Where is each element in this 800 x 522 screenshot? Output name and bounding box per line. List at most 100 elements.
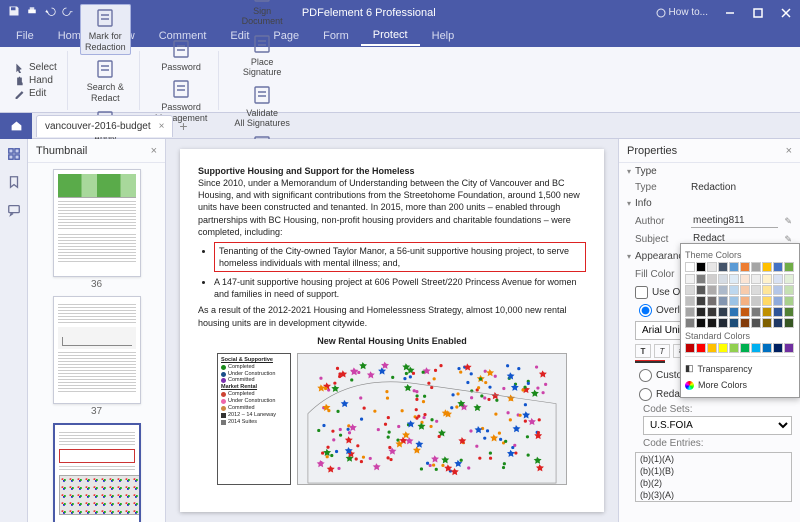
color-swatch[interactable]	[762, 262, 772, 272]
color-swatch[interactable]	[696, 296, 706, 306]
redaction-code-radio[interactable]	[639, 388, 652, 401]
color-swatch[interactable]	[773, 285, 783, 295]
password-button[interactable]: Password	[156, 35, 206, 75]
code-entry[interactable]: (b)(1)(A)	[636, 453, 791, 465]
color-swatch[interactable]	[729, 343, 739, 353]
color-swatch[interactable]	[751, 296, 761, 306]
color-swatch[interactable]	[784, 274, 794, 284]
color-swatch[interactable]	[740, 318, 750, 328]
annotations-tab-icon[interactable]	[5, 201, 23, 219]
home-icon[interactable]	[0, 113, 32, 139]
menu-protect[interactable]: Protect	[361, 26, 420, 46]
color-swatch[interactable]	[751, 318, 761, 328]
author-field[interactable]: meeting811	[691, 214, 778, 228]
color-swatch[interactable]	[740, 296, 750, 306]
color-swatch[interactable]	[707, 274, 717, 284]
color-swatch[interactable]	[718, 296, 728, 306]
text-color-swatch[interactable]	[635, 360, 665, 363]
color-swatch[interactable]	[685, 285, 695, 295]
code-entry[interactable]: (b)(2)	[636, 477, 791, 489]
color-swatch[interactable]	[740, 274, 750, 284]
color-swatch[interactable]	[773, 262, 783, 272]
color-swatch[interactable]	[718, 307, 728, 317]
thumbnails-tab-icon[interactable]	[5, 145, 23, 163]
mark-redaction-button[interactable]: Mark forRedaction	[80, 4, 131, 55]
overlay-text-radio[interactable]	[639, 304, 652, 317]
select-tool[interactable]: Select	[14, 62, 57, 73]
thumbnail-page-38[interactable]: 38	[47, 423, 147, 522]
minimize-button[interactable]	[716, 0, 744, 25]
color-swatch[interactable]	[762, 343, 772, 353]
color-swatch[interactable]	[751, 307, 761, 317]
color-swatch[interactable]	[707, 262, 717, 272]
document-tab[interactable]: vancouver-2016-budget ×	[36, 115, 173, 137]
menu-help[interactable]: Help	[420, 27, 467, 45]
redo-quick-icon[interactable]	[62, 5, 74, 20]
color-swatch[interactable]	[762, 318, 772, 328]
section-info[interactable]: Info	[619, 195, 800, 212]
color-swatch[interactable]	[685, 296, 695, 306]
use-overlay-checkbox[interactable]	[635, 286, 648, 299]
place-sig-button[interactable]: PlaceSignature	[238, 30, 287, 81]
color-swatch[interactable]	[773, 307, 783, 317]
color-swatch[interactable]	[729, 274, 739, 284]
color-swatch[interactable]	[784, 262, 794, 272]
color-swatch[interactable]	[773, 296, 783, 306]
color-swatch[interactable]	[729, 296, 739, 306]
color-swatch[interactable]	[707, 343, 717, 353]
color-swatch[interactable]	[762, 274, 772, 284]
color-swatch[interactable]	[685, 307, 695, 317]
edit-author-icon[interactable]: ✎	[784, 216, 792, 227]
document-page[interactable]: Supportive Housing and Support for the H…	[180, 149, 604, 512]
color-swatch[interactable]	[685, 318, 695, 328]
color-swatch[interactable]	[707, 318, 717, 328]
validate-button[interactable]: ValidateAll Signatures	[229, 81, 295, 132]
thumbnail-page-37[interactable]: 37	[47, 296, 147, 417]
search-redact-button[interactable]: Search &Redact	[81, 55, 129, 106]
color-swatch[interactable]	[685, 274, 695, 284]
color-swatch[interactable]	[718, 274, 728, 284]
color-swatch[interactable]	[718, 343, 728, 353]
color-swatch[interactable]	[773, 343, 783, 353]
color-swatch[interactable]	[784, 318, 794, 328]
color-swatch[interactable]	[784, 343, 794, 353]
color-swatch[interactable]	[729, 307, 739, 317]
color-swatch[interactable]	[740, 307, 750, 317]
menu-file[interactable]: File	[4, 27, 46, 45]
color-swatch[interactable]	[696, 307, 706, 317]
color-swatch[interactable]	[751, 262, 761, 272]
custom-text-radio[interactable]	[639, 369, 652, 382]
color-swatch[interactable]	[751, 285, 761, 295]
color-swatch[interactable]	[729, 285, 739, 295]
color-swatch[interactable]	[740, 343, 750, 353]
color-swatch[interactable]	[773, 318, 783, 328]
undo-quick-icon[interactable]	[44, 5, 56, 20]
section-type[interactable]: Type	[619, 163, 800, 180]
code-entry[interactable]: (b)(1)(B)	[636, 465, 791, 477]
close-button[interactable]	[772, 0, 800, 25]
color-swatch[interactable]	[707, 285, 717, 295]
codeset-select[interactable]: U.S.FOIA	[643, 416, 792, 435]
color-swatch[interactable]	[685, 262, 695, 272]
color-swatch[interactable]	[784, 296, 794, 306]
color-swatch[interactable]	[773, 274, 783, 284]
howto-link[interactable]: How to...	[656, 7, 708, 18]
color-swatch[interactable]	[718, 262, 728, 272]
edit-tool[interactable]: Edit	[14, 88, 46, 99]
color-swatch[interactable]	[707, 296, 717, 306]
more-colors-option[interactable]: More Colors	[685, 377, 795, 393]
code-entries-list[interactable]: (b)(1)(A)(b)(1)(B)(b)(2)(b)(3)(A)	[635, 452, 792, 502]
close-tab-icon[interactable]: ×	[159, 121, 165, 132]
bookmarks-tab-icon[interactable]	[5, 173, 23, 191]
save-quick-icon[interactable]	[8, 5, 20, 20]
color-swatch[interactable]	[751, 274, 761, 284]
color-swatch[interactable]	[784, 285, 794, 295]
redaction-selection[interactable]: Tenanting of the City-owned Taylor Manor…	[214, 242, 586, 272]
add-tab-button[interactable]: +	[173, 116, 193, 136]
color-swatch[interactable]	[729, 318, 739, 328]
menu-form[interactable]: Form	[311, 27, 361, 45]
italic-button[interactable]: T	[654, 344, 670, 358]
sign-button[interactable]: SignDocument	[237, 0, 288, 30]
color-swatch[interactable]	[751, 343, 761, 353]
color-swatch[interactable]	[707, 307, 717, 317]
